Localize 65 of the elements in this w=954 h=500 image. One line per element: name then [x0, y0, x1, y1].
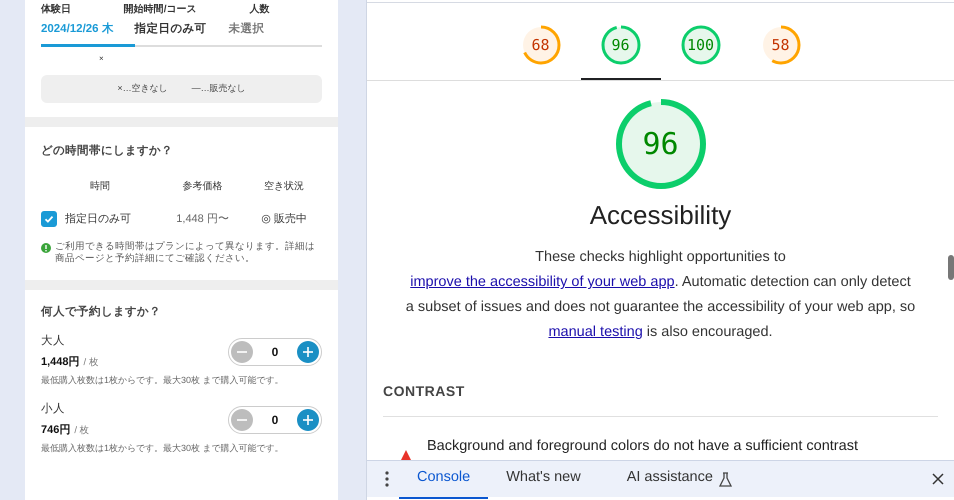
column-header: 空き状況	[264, 181, 304, 192]
score-gauge	[680, 25, 720, 66]
plus-button[interactable]	[297, 340, 319, 363]
score-tab[interactable]: 100	[660, 3, 740, 80]
time-label: 指定日のみ可	[65, 212, 131, 226]
flask-icon	[718, 472, 732, 487]
price-unit: / 枚	[84, 356, 99, 370]
info-icon	[41, 243, 51, 253]
plus-icon	[302, 346, 314, 358]
score-gauge	[600, 25, 640, 66]
category-title: Accessibility	[590, 200, 732, 230]
summary-label: 人数	[249, 2, 270, 17]
group-title: CONTRAST	[383, 383, 465, 400]
score-value: 96	[611, 34, 630, 56]
minus-button[interactable]	[231, 340, 253, 363]
score-tab[interactable]: 96	[580, 3, 660, 80]
summary-tab[interactable]: 未選択	[228, 17, 322, 48]
score-tab[interactable]: 58	[740, 3, 820, 80]
summary-label: 開始時間/コース	[124, 2, 198, 17]
column-header: 時間	[90, 181, 110, 192]
ticket-note: 最低購入枚数は1枚からです。最大30枚 まで購入可能です。	[41, 374, 285, 387]
more-icon[interactable]	[385, 471, 389, 488]
score-gauge	[520, 25, 560, 66]
audit-title[interactable]: Background and foreground colors do not have a sufficient contrast	[427, 436, 858, 458]
score-value: 58	[771, 34, 790, 56]
description-text: These checks highlight opportunities to improve the accessibility of your web app. Automatic detection can only detect a subset of issues and does not guarantee the accessibility of your web app, so manual testing is also encouraged.	[406, 248, 916, 342]
price-text: 1,448 円〜	[176, 212, 229, 224]
ticket-price: 746円	[41, 423, 70, 438]
price-unit: / 枚	[74, 424, 90, 438]
score-value: 68	[531, 34, 550, 56]
score-value: 96	[642, 126, 679, 164]
legend-text: —…販売なし	[192, 82, 246, 96]
ticket-name: 小人	[41, 402, 66, 418]
quantity-stepper[interactable]: 0	[228, 406, 322, 434]
plus-icon	[302, 414, 314, 426]
score-gauge	[760, 25, 800, 66]
drawer-tab[interactable]: What's new	[488, 459, 599, 499]
quantity-stepper[interactable]: 0	[228, 338, 322, 366]
scrollbar-thumb[interactable]	[948, 255, 954, 280]
ticket-note: 最低購入枚数は1枚からです。最大30枚 まで購入可能です。	[41, 442, 285, 455]
check-icon	[44, 214, 54, 224]
availability-text: ◎ 販売中	[261, 212, 307, 224]
column-header: 参考価格	[182, 181, 223, 192]
close-icon[interactable]	[932, 473, 944, 486]
ticket-name: 大人	[41, 334, 66, 349]
score-tab[interactable]: 68	[500, 3, 580, 80]
section-title: どの時間帯にしますか？	[41, 143, 174, 159]
warning-icon	[401, 450, 411, 460]
summary-label: 体験日	[41, 2, 72, 17]
checkbox[interactable]	[41, 210, 57, 227]
minus-button[interactable]	[231, 409, 253, 432]
ticket-price: 1,448円	[41, 355, 80, 370]
quantity-value: 0	[272, 412, 278, 430]
drawer-tab[interactable]: Console	[399, 459, 488, 499]
drawer-tab[interactable]: AI assistance	[608, 459, 731, 499]
summary-tab[interactable]: 指定日のみ可	[134, 17, 228, 48]
notice-text: ご利用できる時間帯はプランによって異なります。詳細は商品ページと予約詳細にてご確認ください。	[55, 241, 316, 266]
quantity-value: 0	[272, 344, 278, 361]
description-link[interactable]: improve the accessibility of your web app	[410, 274, 675, 290]
date-mark: ×	[99, 53, 104, 66]
description-link[interactable]: manual testing	[548, 324, 643, 340]
plus-button[interactable]	[297, 409, 319, 432]
legend-text: ×…空きなし	[117, 82, 168, 96]
score-value: 100	[686, 34, 714, 56]
section-title: 何人で予約しますか？	[41, 304, 162, 320]
